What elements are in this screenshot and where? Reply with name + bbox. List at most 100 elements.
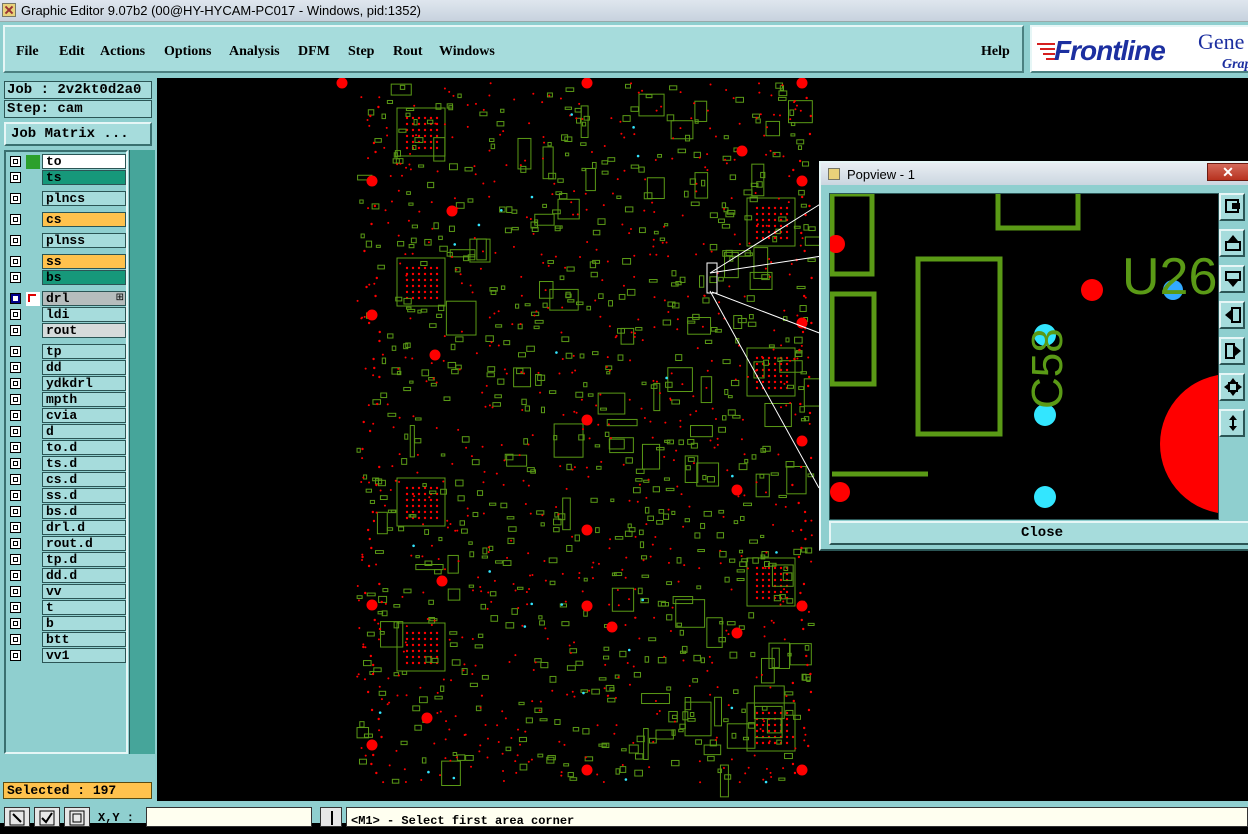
layer-name[interactable]: vv xyxy=(42,584,126,599)
menu-analysis[interactable]: Analysis xyxy=(229,44,280,60)
layer-list-scrollbar[interactable] xyxy=(129,150,155,754)
layer-checkbox[interactable] xyxy=(10,410,21,421)
job-matrix-button[interactable]: Job Matrix ... xyxy=(4,122,152,146)
layer-name[interactable]: vv1 xyxy=(42,648,126,663)
layer-checkbox[interactable] xyxy=(10,378,21,389)
layer-name[interactable]: cs xyxy=(42,212,126,227)
menu-rout[interactable]: Rout xyxy=(393,44,423,60)
layer-checkbox[interactable] xyxy=(10,586,21,597)
layer-row-d[interactable]: d xyxy=(8,424,126,440)
layer-row-plncs[interactable]: plncs xyxy=(8,191,126,207)
layer-checkbox[interactable] xyxy=(10,362,21,373)
layer-row-vv[interactable]: vv xyxy=(8,584,126,600)
layer-row-drl[interactable]: drl ⊞ xyxy=(8,291,126,307)
layer-name[interactable]: rout.d xyxy=(42,536,126,551)
layer-name[interactable]: plncs xyxy=(42,191,126,206)
layer-row-ydkdrl[interactable]: ydkdrl xyxy=(8,376,126,392)
layer-row-ss[interactable]: ss xyxy=(8,254,126,270)
layer-row-tp[interactable]: tp xyxy=(8,344,126,360)
layer-name[interactable]: ldi xyxy=(42,307,126,322)
layer-expand-icon[interactable]: ⊞ xyxy=(116,292,124,304)
layer-row-mpth[interactable]: mpth xyxy=(8,392,126,408)
pan-down-button[interactable] xyxy=(1219,265,1245,293)
layer-name[interactable]: bs xyxy=(42,270,126,285)
layer-checkbox[interactable] xyxy=(10,554,21,565)
layer-row-cs-d[interactable]: cs.d xyxy=(8,472,126,488)
layer-name[interactable]: dd.d xyxy=(42,568,126,583)
layer-checkbox[interactable] xyxy=(10,602,21,613)
pan-right-button[interactable] xyxy=(1219,337,1245,365)
layer-row-tp-d[interactable]: tp.d xyxy=(8,552,126,568)
menu-options[interactable]: Options xyxy=(164,44,211,60)
layer-name[interactable]: ts.d xyxy=(42,456,126,471)
layer-name[interactable]: cs.d xyxy=(42,472,126,487)
popview-close-button[interactable]: Close xyxy=(829,521,1248,545)
layer-checkbox[interactable] xyxy=(10,650,21,661)
layer-row-ss-d[interactable]: ss.d xyxy=(8,488,126,504)
menu-actions[interactable]: Actions xyxy=(100,44,145,60)
zoom-fit-button[interactable] xyxy=(1219,193,1245,221)
layer-row-t[interactable]: t xyxy=(8,600,126,616)
layer-checkbox[interactable] xyxy=(10,458,21,469)
layer-name[interactable]: ts xyxy=(42,170,126,185)
layer-name[interactable]: drl ⊞ xyxy=(42,291,126,306)
layer-checkbox[interactable] xyxy=(10,172,21,183)
layer-name[interactable]: rout xyxy=(42,323,126,338)
layer-checkbox[interactable] xyxy=(10,474,21,485)
layer-row-plnss[interactable]: plnss xyxy=(8,233,126,249)
layer-name[interactable]: dd xyxy=(42,360,126,375)
popview-zoom-view[interactable]: C58 U26 xyxy=(829,193,1219,520)
layer-checkbox[interactable] xyxy=(10,156,21,167)
layer-name[interactable]: cvia xyxy=(42,408,126,423)
confirm-button[interactable] xyxy=(34,807,60,827)
layer-name[interactable]: ss.d xyxy=(42,488,126,503)
layer-checkbox[interactable] xyxy=(10,272,21,283)
menu-step[interactable]: Step xyxy=(348,44,374,60)
layer-row-dd[interactable]: dd xyxy=(8,360,126,376)
layer-row-ldi[interactable]: ldi xyxy=(8,307,126,323)
layer-name[interactable]: t xyxy=(42,600,126,615)
layer-name[interactable]: btt xyxy=(42,632,126,647)
layer-name[interactable]: to.d xyxy=(42,440,126,455)
layer-name[interactable]: ydkdrl xyxy=(42,376,126,391)
layer-checkbox[interactable] xyxy=(10,490,21,501)
layer-checkbox[interactable] xyxy=(10,325,21,336)
layer-name[interactable]: ss xyxy=(42,254,126,269)
layer-name[interactable]: bs.d xyxy=(42,504,126,519)
layer-row-vv1[interactable]: vv1 xyxy=(8,648,126,664)
layer-checkbox[interactable] xyxy=(10,570,21,581)
layer-row-cvia[interactable]: cvia xyxy=(8,408,126,424)
layer-checkbox[interactable] xyxy=(10,522,21,533)
layer-row-to[interactable]: to xyxy=(8,154,126,170)
message-toggle-button[interactable] xyxy=(320,807,342,827)
layer-row-b[interactable]: b xyxy=(8,616,126,632)
layer-row-ts-d[interactable]: ts.d xyxy=(8,456,126,472)
layer-checkbox[interactable] xyxy=(10,426,21,437)
layer-name[interactable]: tp xyxy=(42,344,126,359)
layer-checkbox[interactable] xyxy=(10,394,21,405)
layer-checkbox[interactable] xyxy=(10,214,21,225)
pan-left-button[interactable] xyxy=(1219,301,1245,329)
layer-checkbox[interactable] xyxy=(10,256,21,267)
layer-row-bs-d[interactable]: bs.d xyxy=(8,504,126,520)
layer-name[interactable]: tp.d xyxy=(42,552,126,567)
layer-row-dd-d[interactable]: dd.d xyxy=(8,568,126,584)
menu-dfm[interactable]: DFM xyxy=(298,44,330,60)
layer-row-to-d[interactable]: to.d xyxy=(8,440,126,456)
layer-checkbox[interactable] xyxy=(10,634,21,645)
layer-name[interactable]: d xyxy=(42,424,126,439)
layer-checkbox[interactable] xyxy=(10,193,21,204)
menu-edit[interactable]: Edit xyxy=(59,44,85,60)
layer-row-btt[interactable]: btt xyxy=(8,632,126,648)
layer-name[interactable]: plnss xyxy=(42,233,126,248)
layer-checkbox[interactable] xyxy=(10,442,21,453)
layer-checkbox[interactable] xyxy=(10,293,21,304)
snap-button[interactable] xyxy=(64,807,90,827)
layer-checkbox[interactable] xyxy=(10,618,21,629)
layer-checkbox[interactable] xyxy=(10,538,21,549)
xy-coordinate-field[interactable] xyxy=(146,807,312,827)
layer-row-drl-d[interactable]: drl.d xyxy=(8,520,126,536)
zoom-out-button[interactable] xyxy=(1219,409,1245,437)
layer-row-bs[interactable]: bs xyxy=(8,270,126,286)
layer-name[interactable]: to xyxy=(42,154,126,169)
